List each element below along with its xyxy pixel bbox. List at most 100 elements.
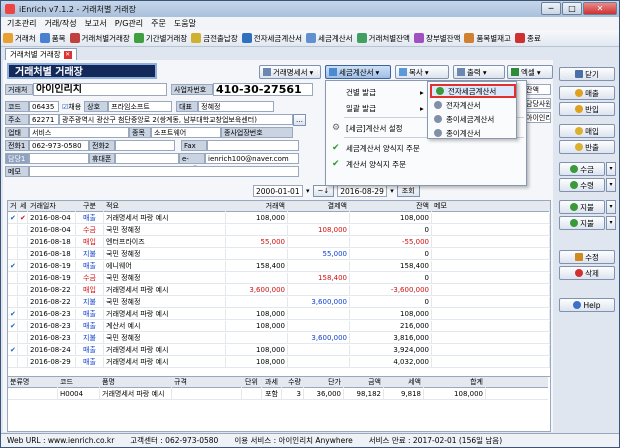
sales-return-button[interactable]: 반입 bbox=[559, 102, 615, 116]
table-header-cell[interactable]: 잔액 bbox=[350, 201, 432, 212]
item-field[interactable]: 소프트웨어 bbox=[151, 127, 221, 138]
table-row[interactable]: 2016-08-19 수금 국민 정혜정 158,400 0 bbox=[8, 273, 550, 284]
edit-button[interactable]: 수정 bbox=[559, 250, 615, 264]
excel-button[interactable]: 엑셀 ▾ bbox=[507, 65, 553, 79]
table-row[interactable]: 2016-08-29 매출 거래명세서 파랑 예시 108,000 4,032,000 bbox=[8, 357, 550, 368]
table-header-cell[interactable]: 거 bbox=[8, 201, 18, 212]
toolbar-button-1[interactable]: 품목 bbox=[39, 33, 66, 44]
biztype-field[interactable]: 서비스 bbox=[29, 127, 129, 138]
tax-invoice-button[interactable]: 세금계산서 ▾ bbox=[325, 65, 391, 79]
detail-header-cell[interactable]: 수량 bbox=[282, 377, 304, 388]
sales-button[interactable]: 매출 bbox=[559, 86, 615, 100]
query-button[interactable]: 조회 bbox=[396, 184, 420, 197]
pay-out-button[interactable]: 지불 bbox=[559, 216, 605, 230]
fax-field[interactable] bbox=[207, 140, 299, 151]
table-header-cell[interactable]: 거래일자 bbox=[28, 201, 76, 212]
table-row[interactable]: 2016-08-18 매입 엔터프라이즈 55,000 -55,000 bbox=[8, 237, 550, 248]
date-from-field[interactable]: 2000-01-01 bbox=[253, 184, 303, 197]
detail-header-cell[interactable]: 세액 bbox=[384, 377, 424, 388]
date-picker-icon[interactable]: ▾ bbox=[390, 187, 394, 195]
manager-field[interactable] bbox=[29, 153, 89, 164]
dropdown-item-3[interactable]: ✔ 세금계산서 양식지 주문 bbox=[328, 141, 524, 155]
purchase-return-button[interactable]: 반출 bbox=[559, 140, 615, 154]
table-row[interactable]: ✔ 2016-08-23 매출 계산서 예시 108,000 216,000 bbox=[8, 321, 550, 332]
menu-order[interactable]: 주문 bbox=[151, 18, 166, 29]
table-header-cell[interactable]: 구분 bbox=[76, 201, 104, 212]
tel2-field[interactable] bbox=[115, 140, 175, 151]
collect-dropdown-arrow[interactable]: ▾ bbox=[606, 178, 616, 192]
payment-button[interactable]: 지불 bbox=[559, 200, 605, 214]
address-search-button[interactable]: … bbox=[293, 113, 306, 126]
submenu-item-0[interactable]: 전자세금계산서 bbox=[430, 84, 516, 98]
zip-field[interactable]: 62271 bbox=[29, 114, 59, 125]
detail-header-cell[interactable]: 과세 bbox=[262, 377, 282, 388]
rep-field[interactable]: 정혜정 bbox=[198, 101, 275, 112]
tel1-field[interactable]: 062-973-0580 bbox=[29, 140, 89, 151]
collect-button[interactable]: 수령 bbox=[559, 178, 605, 192]
detail-header-cell[interactable]: 코드 bbox=[58, 377, 100, 388]
table-row[interactable]: ✔ 2016-08-23 매출 거래명세서 파랑 예시 108,000 108,000 bbox=[8, 309, 550, 320]
close-page-button[interactable]: 닫기 bbox=[559, 67, 615, 81]
detail-header-cell[interactable]: 품명 bbox=[100, 377, 172, 388]
toolbar-button-8[interactable]: 장부별잔액 bbox=[413, 33, 460, 44]
table-row[interactable]: 2016-08-23 지불 국민 정혜정 3,600,000 3,816,000 bbox=[8, 333, 550, 344]
mobile-field[interactable] bbox=[115, 153, 179, 164]
purchase-button[interactable]: 매입 bbox=[559, 124, 615, 138]
maximize-button[interactable]: □ bbox=[562, 2, 582, 15]
memo-field[interactable] bbox=[29, 166, 299, 177]
client-name-field[interactable]: 아이인리치 bbox=[33, 83, 167, 96]
detail-header-cell[interactable]: 규격 bbox=[172, 377, 242, 388]
detail-header-cell[interactable]: 금액 bbox=[344, 377, 384, 388]
toolbar-button-10[interactable]: 종료 bbox=[514, 33, 541, 44]
date-to-field[interactable]: 2016-08-29 bbox=[337, 184, 388, 197]
toolbar-button-6[interactable]: 세금계산서 bbox=[306, 33, 353, 44]
table-header-cell[interactable]: 거래액 bbox=[226, 201, 288, 212]
detail-header-cell[interactable]: 분류명 bbox=[8, 377, 58, 388]
dropdown-item-4[interactable]: ✔ 계산서 양식지 주문 bbox=[328, 157, 524, 171]
toolbar-button-4[interactable]: 금전출납장 bbox=[191, 33, 238, 44]
table-row[interactable]: 2016-08-22 지불 국민 정혜정 3,600,000 0 bbox=[8, 297, 550, 308]
code-field[interactable]: 06435 bbox=[29, 101, 59, 112]
print-button[interactable]: 출력 ▾ bbox=[453, 65, 505, 79]
table-header-cell[interactable]: 세 bbox=[18, 201, 28, 212]
help-button[interactable]: Help bbox=[559, 298, 615, 312]
menu-help[interactable]: 도움말 bbox=[174, 18, 196, 29]
pay-out-dropdown-arrow[interactable]: ▾ bbox=[606, 216, 616, 230]
statement-button[interactable]: 거래명세서 ▾ bbox=[259, 65, 321, 79]
bizno-field[interactable]: 410-30-27561 bbox=[213, 83, 313, 96]
submenu-item-3[interactable]: 종이계산서 bbox=[430, 126, 516, 140]
copy-button[interactable]: 복사 ▾ bbox=[395, 65, 449, 79]
detail-row[interactable]: H0004 거래명세서 파랑 예시 포함 3 36,000 98,182 9,818 108,… bbox=[8, 389, 548, 400]
payment-dropdown-arrow[interactable]: ▾ bbox=[606, 200, 616, 214]
toolbar-button-3[interactable]: 기간별거래장 bbox=[133, 33, 187, 44]
date-picker-icon[interactable]: ▾ bbox=[306, 187, 310, 195]
table-header-cell[interactable]: 메모 bbox=[432, 201, 550, 212]
address-field[interactable]: 광주광역시 광산구 첨단중앙로 2(쌍계동, 남부대학교창업보육센터) bbox=[59, 114, 293, 125]
close-window-button[interactable]: ✕ bbox=[583, 2, 617, 15]
toolbar-button-7[interactable]: 거래처별잔액 bbox=[356, 33, 410, 44]
detail-header-cell[interactable]: 합계 bbox=[424, 377, 486, 388]
table-row[interactable]: ✔ 2016-08-24 매출 거래명세서 파랑 예시 108,000 3,924,000 bbox=[8, 345, 550, 356]
menu-pg[interactable]: P/G관리 bbox=[115, 18, 143, 29]
table-row[interactable]: 2016-08-18 지불 국민 정혜정 55,000 0 bbox=[8, 249, 550, 260]
delete-button[interactable]: 삭제 bbox=[559, 266, 615, 280]
table-row[interactable]: ✔ ✔ 2016-08-04 매출 거래명세서 파랑 예시 108,000 108,000 bbox=[8, 213, 550, 224]
trade-field[interactable]: 프라임소프트 bbox=[108, 101, 173, 112]
toolbar-button-0[interactable]: 거래처 bbox=[3, 33, 36, 44]
menu-basic[interactable]: 기초관리 bbox=[7, 18, 36, 29]
submenu-item-1[interactable]: 전자계산서 bbox=[430, 98, 516, 112]
detail-header-cell[interactable]: 단가 bbox=[304, 377, 344, 388]
email-field[interactable]: ienrich100@naver.com bbox=[205, 153, 299, 164]
menu-report[interactable]: 보고서 bbox=[85, 18, 107, 29]
tab-close-icon[interactable]: ✕ bbox=[63, 50, 72, 59]
receive-dropdown-arrow[interactable]: ▾ bbox=[606, 162, 616, 176]
submenu-item-2[interactable]: 종이세금계산서 bbox=[430, 112, 516, 126]
toolbar-button-5[interactable]: 전자세금계산서 bbox=[241, 33, 302, 44]
table-row[interactable]: 2016-08-22 매입 거래명세서 파랑 예시 3,600,000 -3,600,0… bbox=[8, 285, 550, 296]
tab-client-ledger[interactable]: 거래처별 거래장 ✕ bbox=[5, 48, 77, 60]
menu-trade[interactable]: 거래/작성 bbox=[44, 18, 76, 29]
date-range-button[interactable]: ~↓ bbox=[312, 184, 335, 197]
toolbar-button-9[interactable]: 품목별재고 bbox=[464, 33, 511, 44]
toolbar-button-2[interactable]: 거래처별거래장 bbox=[69, 33, 130, 44]
table-row[interactable]: 2016-08-04 수금 국민 정혜정 108,000 0 bbox=[8, 225, 550, 236]
